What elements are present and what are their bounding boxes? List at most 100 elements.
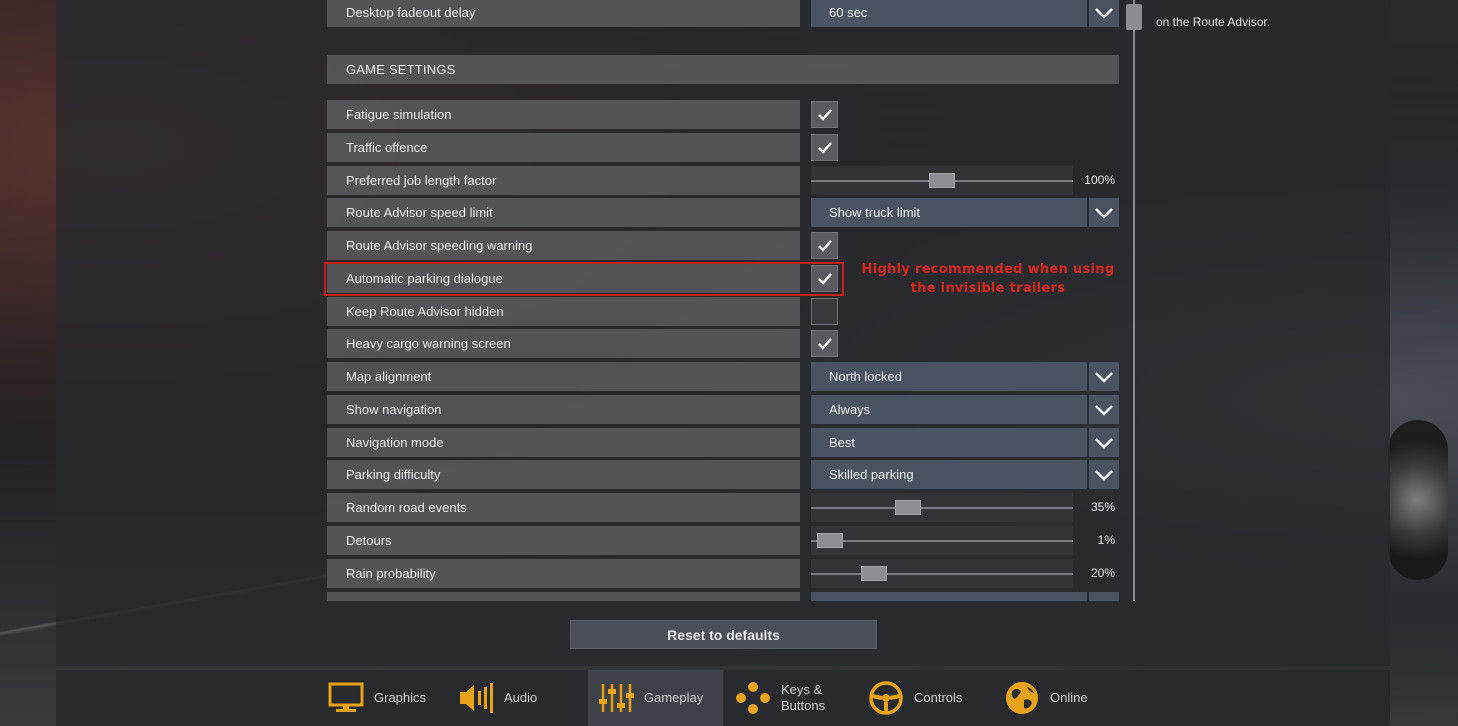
setting-row-show-navigation: Show navigation Always — [327, 395, 1119, 424]
dropdown-value: 60 sec — [811, 0, 1087, 27]
dropdown-value: Skilled parking — [811, 460, 1087, 489]
setting-row-preferred-job-length-factor: Preferred job length factor 100% — [327, 166, 1119, 195]
slider-thumb[interactable] — [895, 500, 921, 515]
slider-value: 100% — [1084, 173, 1115, 187]
checkmark-icon — [816, 335, 834, 353]
chevron-down-icon[interactable] — [1089, 395, 1119, 424]
setting-label: Preferred job length factor — [327, 166, 800, 195]
steering-wheel-icon — [866, 680, 906, 716]
highlight-box — [324, 262, 844, 296]
slider-thumb[interactable] — [817, 533, 843, 548]
setting-row-map-alignment: Map alignment North locked — [327, 362, 1119, 391]
chevron-down-icon[interactable] — [1089, 428, 1119, 457]
setting-row-random-road-events: Random road events 35% — [327, 493, 1119, 522]
dropdown-value: Show truck limit — [811, 198, 1087, 227]
setting-label: Navigation mode — [327, 428, 800, 457]
chevron-down-icon[interactable] — [1089, 362, 1119, 391]
slider-value: 1% — [1097, 533, 1115, 547]
tab-gameplay[interactable]: Gameplay — [588, 670, 723, 726]
setting-row-keep-route-advisor-hidden: Keep Route Advisor hidden — [327, 297, 1119, 326]
tab-online[interactable]: Online — [1002, 670, 1112, 726]
slider-track[interactable] — [811, 507, 1073, 509]
setting-row-fatigue-simulation: Fatigue simulation — [327, 100, 1119, 129]
tab-audio[interactable]: Audio — [456, 670, 576, 726]
setting-label: Detours — [327, 526, 800, 555]
checkmark-icon — [816, 237, 834, 255]
traffic-offence-checkbox[interactable] — [811, 134, 838, 161]
setting-label: Keep Route Advisor hidden — [327, 297, 800, 326]
background-truck-wheel — [1388, 420, 1448, 580]
setting-label: Map alignment — [327, 362, 800, 391]
setting-row-route-advisor-speeding-warning: Route Advisor speeding warning — [327, 231, 1119, 260]
checkmark-icon — [816, 139, 834, 157]
setting-label — [327, 592, 800, 601]
setting-label: Route Advisor speed limit — [327, 198, 800, 227]
tab-label: Online — [1050, 690, 1088, 705]
sliders-icon — [596, 680, 636, 716]
dropdown-value: Always — [811, 395, 1087, 424]
section-header-game-settings: GAME SETTINGS — [327, 55, 1119, 84]
detours-slider[interactable]: 1% — [811, 526, 1119, 555]
tab-label: Keys & Buttons — [781, 682, 826, 713]
dropdown-value: Best — [811, 428, 1087, 457]
scrollbar-thumb[interactable] — [1126, 4, 1142, 30]
setting-label: Show navigation — [327, 395, 800, 424]
help-text-cut — [1156, 0, 1376, 12]
slider-track[interactable] — [811, 573, 1073, 575]
setting-row-navigation-mode: Navigation mode Best — [327, 428, 1119, 457]
tab-controls[interactable]: Controls — [866, 670, 988, 726]
random-road-events-slider[interactable]: 35% — [811, 493, 1119, 522]
slider-thumb[interactable] — [861, 566, 887, 581]
dropdown-arrow[interactable] — [1089, 592, 1119, 601]
setting-row-rain-probability: Rain probability 20% — [327, 559, 1119, 588]
annotation-line-2: the invisible trailers — [910, 281, 1066, 296]
settings-list: Desktop fadeout delay 60 sec GAME SETTIN… — [327, 0, 1119, 601]
scrollbar-track[interactable] — [1133, 0, 1135, 601]
tab-label: Graphics — [374, 690, 427, 705]
reset-to-defaults-button[interactable]: Reset to defaults — [570, 620, 877, 649]
annotation-line-1: Highly recommended when using — [861, 262, 1115, 277]
dropdown-value — [811, 592, 1087, 601]
setting-label: Heavy cargo warning screen — [327, 329, 800, 358]
annotation-text: Highly recommended when using the invisi… — [852, 260, 1124, 298]
fatigue-simulation-checkbox[interactable] — [811, 101, 838, 128]
route-advisor-speed-limit-dropdown[interactable]: Show truck limit — [811, 198, 1119, 227]
setting-label: Parking difficulty — [327, 460, 800, 489]
show-navigation-dropdown[interactable]: Always — [811, 395, 1119, 424]
preferred-job-length-factor-slider[interactable]: 100% — [811, 166, 1119, 195]
setting-label: Fatigue simulation — [327, 100, 800, 129]
help-text: on the Route Advisor. — [1156, 0, 1376, 32]
rain-probability-slider[interactable]: 20% — [811, 559, 1119, 588]
setting-label: Traffic offence — [327, 133, 800, 162]
chevron-down-icon[interactable] — [1089, 0, 1119, 27]
keep-route-advisor-hidden-checkbox[interactable] — [811, 298, 838, 325]
tab-keys-buttons[interactable]: Keys & Buttons — [733, 670, 853, 726]
dropdown-value: North locked — [811, 362, 1087, 391]
slider-thumb[interactable] — [929, 173, 955, 188]
tab-graphics[interactable]: Graphics — [322, 670, 440, 726]
chevron-down-icon[interactable] — [1089, 198, 1119, 227]
setting-label: Random road events — [327, 493, 800, 522]
chevron-down-icon[interactable] — [1089, 460, 1119, 489]
setting-row-parking-difficulty: Parking difficulty Skilled parking — [327, 460, 1119, 489]
setting-row-traffic-offence: Traffic offence — [327, 133, 1119, 162]
heavy-cargo-warning-screen-checkbox[interactable] — [811, 330, 838, 357]
setting-row-next — [327, 592, 1119, 601]
setting-label: Rain probability — [327, 559, 800, 588]
setting-label: Desktop fadeout delay — [327, 0, 800, 27]
tab-label: Audio — [504, 690, 538, 705]
setting-row-detours: Detours 1% — [327, 526, 1119, 555]
tab-label: Gameplay — [644, 690, 704, 705]
desktop-fadeout-dropdown[interactable]: 60 sec — [811, 0, 1119, 27]
gamepad-buttons-icon — [733, 680, 773, 716]
route-advisor-speeding-warning-checkbox[interactable] — [811, 232, 838, 259]
parking-difficulty-dropdown[interactable]: Skilled parking — [811, 460, 1119, 489]
monitor-icon — [326, 680, 366, 716]
navigation-mode-dropdown[interactable]: Best — [811, 428, 1119, 457]
bottom-tab-bar — [56, 670, 1390, 726]
next-dropdown[interactable] — [811, 592, 1119, 601]
slider-track[interactable] — [811, 540, 1073, 542]
speaker-icon — [456, 680, 496, 716]
setting-row-desktop-fadeout: Desktop fadeout delay 60 sec — [327, 0, 1119, 27]
map-alignment-dropdown[interactable]: North locked — [811, 362, 1119, 391]
